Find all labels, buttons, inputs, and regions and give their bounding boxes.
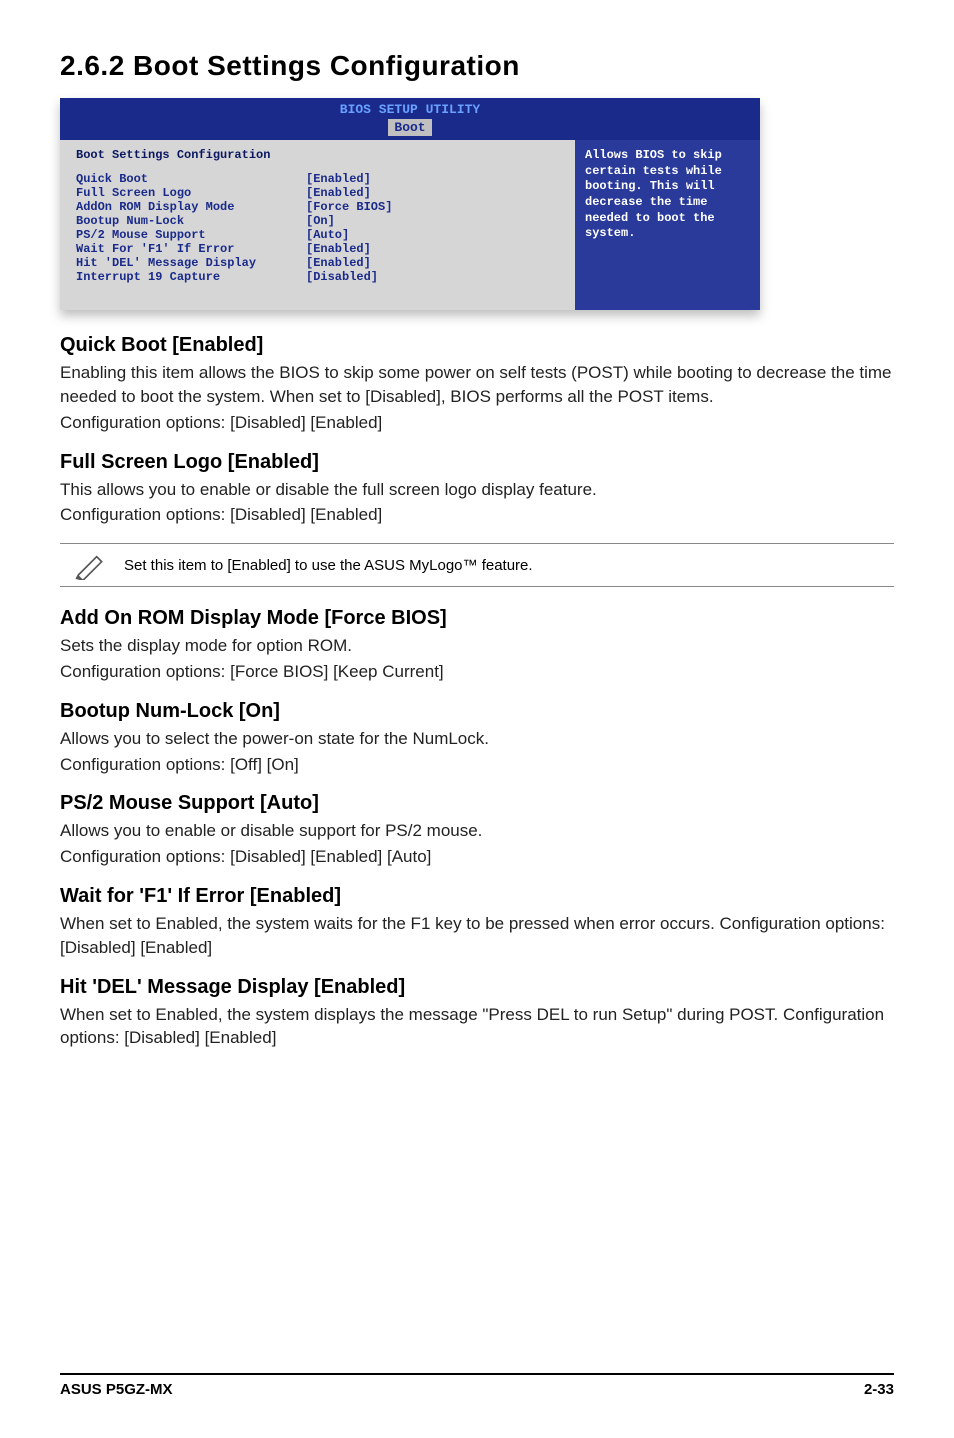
bios-settings-panel: Boot Settings Configuration Quick Boot […	[60, 140, 575, 310]
bios-setting-row: AddOn ROM Display Mode [Force BIOS]	[76, 200, 559, 214]
pencil-icon	[60, 550, 120, 580]
bios-setting-label: Full Screen Logo	[76, 186, 306, 200]
bios-setting-label: Quick Boot	[76, 172, 306, 186]
option-title: Wait for 'F1' If Error [Enabled]	[60, 885, 894, 908]
bios-panel-heading: Boot Settings Configuration	[76, 148, 559, 162]
option-body: This allows you to enable or disable the…	[60, 478, 894, 502]
bios-setting-value: [Enabled]	[306, 256, 371, 270]
bios-setting-row: Wait For 'F1' If Error [Enabled]	[76, 242, 559, 256]
bios-setting-row: Quick Boot [Enabled]	[76, 172, 559, 186]
bios-title: BIOS SETUP UTILITY	[68, 102, 752, 118]
option-body: Allows you to enable or disable support …	[60, 819, 894, 843]
bios-setting-row: Hit 'DEL' Message Display [Enabled]	[76, 256, 559, 270]
note-text: Set this item to [Enabled] to use the AS…	[120, 557, 894, 574]
option-config: Configuration options: [Disabled] [Enabl…	[60, 411, 894, 435]
footer-right: 2-33	[864, 1381, 894, 1398]
option-full-screen-logo: Full Screen Logo [Enabled] This allows y…	[60, 451, 894, 528]
option-body: Sets the display mode for option ROM.	[60, 634, 894, 658]
bios-header: BIOS SETUP UTILITY Boot	[60, 98, 760, 140]
option-config: Configuration options: [Force BIOS] [Kee…	[60, 660, 894, 684]
option-title: Add On ROM Display Mode [Force BIOS]	[60, 607, 894, 630]
option-wait-f1: Wait for 'F1' If Error [Enabled] When se…	[60, 885, 894, 960]
page-footer: ASUS P5GZ-MX 2-33	[60, 1373, 894, 1398]
option-title: PS/2 Mouse Support [Auto]	[60, 792, 894, 815]
bios-setting-label: Bootup Num-Lock	[76, 214, 306, 228]
option-addon-rom: Add On ROM Display Mode [Force BIOS] Set…	[60, 607, 894, 684]
bios-setting-row: Interrupt 19 Capture [Disabled]	[76, 270, 559, 284]
bios-setting-value: [Enabled]	[306, 242, 371, 256]
bios-setting-label: PS/2 Mouse Support	[76, 228, 306, 242]
option-ps2-mouse: PS/2 Mouse Support [Auto] Allows you to …	[60, 792, 894, 869]
bios-setting-row: PS/2 Mouse Support [Auto]	[76, 228, 559, 242]
bios-setting-label: Wait For 'F1' If Error	[76, 242, 306, 256]
bios-tab-boot: Boot	[388, 119, 431, 137]
bios-setting-value: [Enabled]	[306, 186, 371, 200]
section-heading: 2.6.2 Boot Settings Configuration	[60, 50, 894, 82]
option-quick-boot: Quick Boot [Enabled] Enabling this item …	[60, 334, 894, 434]
option-body: When set to Enabled, the system waits fo…	[60, 912, 894, 960]
option-body: When set to Enabled, the system displays…	[60, 1003, 894, 1051]
footer-left: ASUS P5GZ-MX	[60, 1381, 173, 1398]
bios-setting-value: [Force BIOS]	[306, 200, 392, 214]
bios-setting-value: [On]	[306, 214, 335, 228]
option-title: Hit 'DEL' Message Display [Enabled]	[60, 976, 894, 999]
note-callout: Set this item to [Enabled] to use the AS…	[60, 543, 894, 587]
bios-setting-value: [Auto]	[306, 228, 349, 242]
option-config: Configuration options: [Off] [On]	[60, 753, 894, 777]
option-bootup-numlock: Bootup Num-Lock [On] Allows you to selec…	[60, 700, 894, 777]
option-hit-del: Hit 'DEL' Message Display [Enabled] When…	[60, 976, 894, 1051]
bios-setting-label: Hit 'DEL' Message Display	[76, 256, 306, 270]
bios-help-panel: Allows BIOS to skip certain tests while …	[575, 140, 760, 310]
option-title: Quick Boot [Enabled]	[60, 334, 894, 357]
bios-setting-label: AddOn ROM Display Mode	[76, 200, 306, 214]
bios-screenshot: BIOS SETUP UTILITY Boot Boot Settings Co…	[60, 98, 760, 310]
bios-setting-value: [Disabled]	[306, 270, 378, 284]
bios-setting-label: Interrupt 19 Capture	[76, 270, 306, 284]
bios-setting-row: Full Screen Logo [Enabled]	[76, 186, 559, 200]
option-config: Configuration options: [Disabled] [Enabl…	[60, 845, 894, 869]
bios-setting-row: Bootup Num-Lock [On]	[76, 214, 559, 228]
option-body: Enabling this item allows the BIOS to sk…	[60, 361, 894, 409]
option-title: Bootup Num-Lock [On]	[60, 700, 894, 723]
option-config: Configuration options: [Disabled] [Enabl…	[60, 503, 894, 527]
option-body: Allows you to select the power-on state …	[60, 727, 894, 751]
option-title: Full Screen Logo [Enabled]	[60, 451, 894, 474]
bios-setting-value: [Enabled]	[306, 172, 371, 186]
